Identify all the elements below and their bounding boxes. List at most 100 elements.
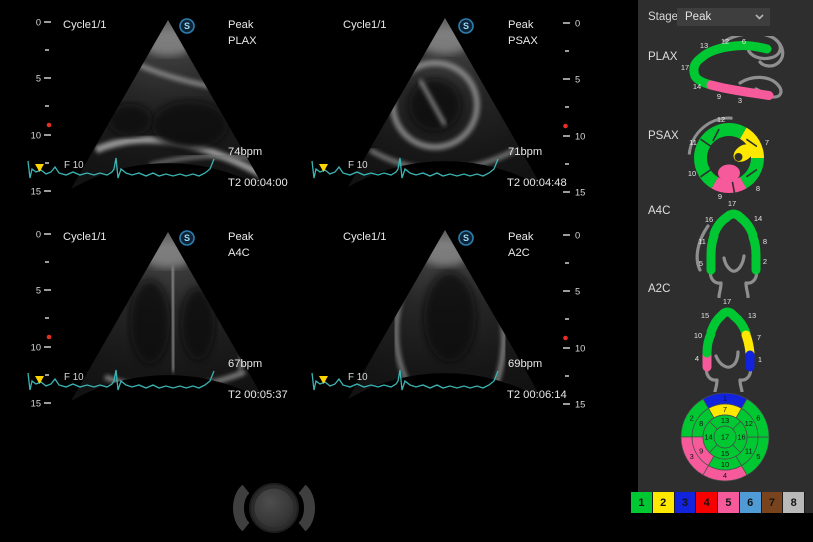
svg-text:10: 10 [694, 331, 702, 340]
ruler-ticks [44, 234, 51, 403]
ruler-label: 5 [36, 74, 41, 84]
svg-text:8: 8 [756, 184, 760, 193]
svg-text:17: 17 [681, 63, 689, 72]
quad-psax[interactable]: S 0 5 10 15 Cycle1/1 Peak PSAX 71bpm T2 … [310, 0, 620, 212]
sidebar-label-plax: PLAX [648, 51, 677, 63]
score-legend: 12345678 [631, 492, 805, 513]
ruler-ticks [563, 23, 570, 192]
svg-text:9: 9 [717, 92, 721, 101]
svg-text:11: 11 [689, 138, 697, 147]
focus-marker-icon [563, 124, 568, 129]
stage-dropdown-label: Stage [648, 11, 678, 23]
bullseye-segment-number: 3 [690, 452, 694, 461]
psax-segment-diagram[interactable]: 12 7 8 9 10 11 [680, 113, 790, 203]
stage-label: Peak [228, 231, 254, 243]
stage-label: Peak [508, 19, 534, 31]
cycle-label: Cycle1/1 [63, 19, 107, 31]
wall-motion-scoring-screen: S 0 5 10 15 Cycle1/1 Peak PLAX 74bpm T2 … [0, 0, 813, 542]
a4c-segment-diagram[interactable]: 5 11 16 17 14 8 2 [688, 198, 798, 298]
ruler-label: 0 [36, 230, 41, 240]
vendor-logo-icon: S [180, 231, 194, 245]
segment-bulge [718, 165, 740, 182]
ruler-label: 10 [575, 344, 585, 354]
view-label: A4C [228, 247, 250, 259]
ruler-ticks [563, 235, 570, 404]
ruler-label: 15 [575, 188, 585, 198]
legend-score-button[interactable]: 2 [653, 492, 675, 513]
scoring-sidebar: Stage Peak PLAX 6 12 13 17 14 [638, 0, 813, 513]
segment[interactable] [741, 218, 753, 235]
depth-ruler: 0 5 10 15 [563, 231, 585, 410]
stage-dropdown[interactable]: Peak [677, 8, 770, 26]
svg-text:15: 15 [701, 311, 709, 320]
ruler-label: 15 [31, 187, 41, 197]
timestamp-label: T2 00:05:37 [228, 389, 288, 401]
heart-rate-label: 71bpm [508, 146, 542, 158]
segment[interactable] [701, 158, 715, 183]
ruler-label: 10 [31, 131, 41, 141]
svg-text:6: 6 [742, 37, 746, 46]
svg-text:16: 16 [705, 215, 713, 224]
legend-score-button[interactable]: 7 [762, 492, 784, 513]
svg-text:14: 14 [693, 82, 701, 91]
cycle-label: Cycle1/1 [63, 231, 107, 243]
segment[interactable] [734, 316, 746, 333]
frequency-label: F 10 [348, 372, 368, 383]
view-label: PLAX [228, 35, 257, 47]
ruler-label: 15 [31, 399, 41, 409]
bullseye-segment-number: 17 [721, 433, 729, 442]
trackball-ball-icon [255, 489, 294, 528]
legend-score-button[interactable]: 8 [783, 492, 805, 513]
frequency-label: F 10 [64, 160, 84, 171]
quad-a4c[interactable]: S 0 5 10 15 Cycle1/1 Peak A4C 67bpm T2 0… [0, 212, 310, 424]
svg-text:17: 17 [728, 199, 736, 208]
bullseye-segment-number: 7 [723, 405, 727, 414]
bullseye-segment-number: 4 [723, 471, 727, 480]
svg-text:S: S [184, 233, 190, 243]
heart-rate-label: 67bpm [228, 358, 262, 370]
ruler-ticks [44, 22, 51, 191]
bullseye-segment-number: 13 [721, 416, 729, 425]
svg-text:7: 7 [757, 333, 761, 342]
segment[interactable] [711, 236, 714, 255]
bullseye-segment-number: 15 [721, 449, 729, 458]
legend-score-button[interactable]: 5 [718, 492, 740, 513]
segment[interactable] [753, 237, 756, 255]
bullseye-segment-number: 12 [745, 419, 753, 428]
quad-a2c[interactable]: S 0 5 10 15 Cycle1/1 Peak A2C 69bpm T2 0… [310, 212, 620, 424]
plax-segment-diagram[interactable]: 6 12 13 17 14 9 3 [680, 36, 800, 108]
ruler-label: 0 [575, 231, 580, 241]
sidebar-label-a4c: A4C [648, 205, 670, 217]
segment[interactable] [701, 133, 715, 158]
legend-score-button[interactable]: 4 [696, 492, 718, 513]
svg-text:17: 17 [723, 297, 731, 306]
stage-label: Peak [508, 231, 534, 243]
timestamp-label: T2 00:04:00 [228, 177, 288, 189]
sidebar-label-a2c: A2C [648, 283, 670, 295]
segment[interactable] [707, 334, 711, 353]
segment[interactable] [746, 335, 750, 353]
legend-score-button[interactable]: 1 [631, 492, 653, 513]
segment[interactable] [737, 91, 769, 96]
trackball-left-button [239, 489, 247, 527]
svg-text:3: 3 [738, 96, 742, 105]
quad-plax[interactable]: S 0 5 10 15 Cycle1/1 Peak PLAX 74bpm T2 … [0, 0, 310, 212]
bullseye-segment-number: 2 [690, 413, 694, 422]
a2c-segment-diagram[interactable]: 4 10 15 17 13 7 1 [688, 296, 798, 392]
svg-text:S: S [463, 21, 469, 31]
trackball-right-button [302, 489, 310, 527]
legend-score-button[interactable]: 3 [675, 492, 697, 513]
bullseye-segment-number: 10 [721, 460, 729, 469]
legend-score-button[interactable]: 6 [740, 492, 762, 513]
svg-text:13: 13 [700, 41, 708, 50]
svg-text:12: 12 [717, 115, 725, 124]
segment[interactable] [715, 183, 744, 187]
focus-marker-icon [47, 335, 52, 340]
heart-rate-label: 74bpm [228, 146, 262, 158]
svg-text:4: 4 [695, 354, 699, 363]
view-label: PSAX [508, 35, 538, 47]
view-label: A2C [508, 247, 530, 259]
sidebar-label-psax: PSAX [648, 130, 679, 142]
svg-text:14: 14 [754, 214, 762, 223]
bullseye-plot[interactable]: 1234567891011121314151617 [673, 385, 777, 489]
